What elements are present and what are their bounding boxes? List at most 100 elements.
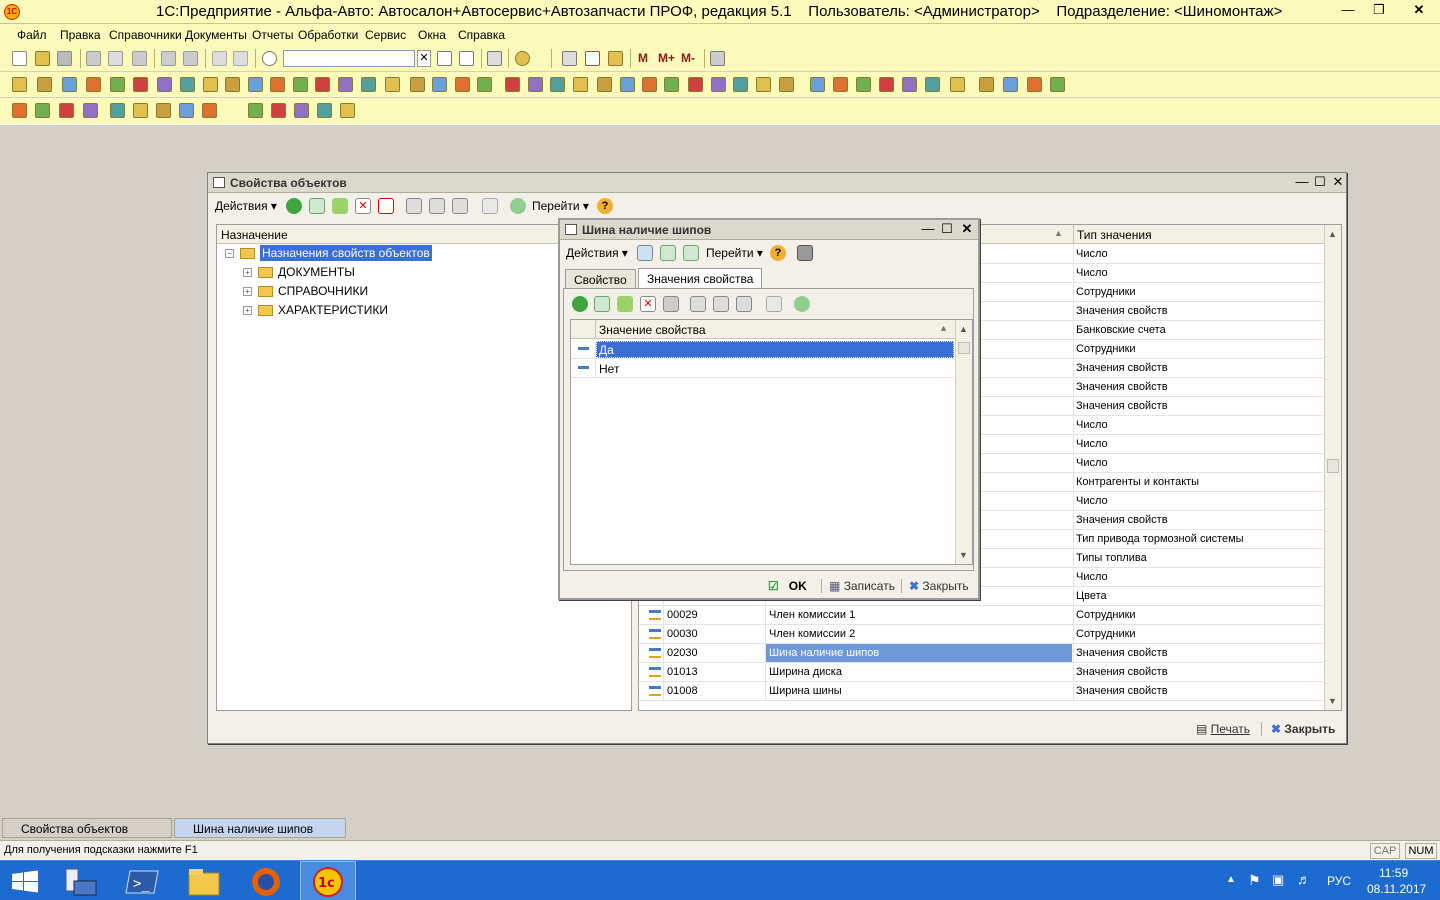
info-icon[interactable] bbox=[515, 51, 530, 66]
search-prev-icon[interactable] bbox=[459, 51, 474, 66]
module-button-icon[interactable] bbox=[248, 77, 263, 92]
print-button[interactable]: ▤ Печать bbox=[1196, 722, 1250, 736]
module-button-icon[interactable] bbox=[733, 77, 748, 92]
menu-reports[interactable]: Отчеты bbox=[252, 28, 293, 42]
module-button-icon[interactable] bbox=[950, 77, 965, 92]
cut-icon[interactable] bbox=[86, 51, 101, 66]
document-button-icon[interactable] bbox=[202, 103, 217, 118]
value-row[interactable]: Да bbox=[571, 340, 954, 359]
module-button-icon[interactable] bbox=[528, 77, 543, 92]
tree-node[interactable]: + ХАРАКТЕРИСТИКИ bbox=[243, 303, 388, 320]
task-window-props[interactable]: Свойства объектов bbox=[2, 818, 172, 838]
menu-service[interactable]: Сервис bbox=[365, 28, 406, 42]
redo-icon[interactable] bbox=[233, 51, 248, 66]
values-scroll-thumb[interactable] bbox=[958, 342, 970, 354]
module-button-icon[interactable] bbox=[756, 77, 771, 92]
module-button-icon[interactable] bbox=[925, 77, 940, 92]
dialog-copy-icon[interactable] bbox=[683, 245, 699, 261]
module-button-icon[interactable] bbox=[455, 77, 470, 92]
value-delete-icon[interactable]: ✕ bbox=[640, 296, 656, 312]
server-manager-icon[interactable] bbox=[56, 865, 106, 899]
menu-processing[interactable]: Обработки bbox=[298, 28, 358, 42]
search-next-icon[interactable] bbox=[437, 51, 452, 66]
module-button-icon[interactable] bbox=[270, 77, 285, 92]
module-button-icon[interactable] bbox=[293, 77, 308, 92]
module-button-icon[interactable] bbox=[1050, 77, 1065, 92]
document-button-icon[interactable] bbox=[83, 103, 98, 118]
value-add-icon[interactable] bbox=[572, 296, 588, 312]
table-row[interactable]: 01008 Ширина шины Значения свойств bbox=[639, 682, 1323, 701]
tab-property[interactable]: Свойство bbox=[565, 269, 636, 289]
module-button-icon[interactable] bbox=[225, 77, 240, 92]
dialog-help-icon[interactable]: ? bbox=[770, 245, 786, 261]
tray-time[interactable]: 11:59 bbox=[1379, 866, 1408, 880]
filter-value-icon[interactable] bbox=[429, 198, 445, 214]
filter-icon[interactable] bbox=[406, 198, 422, 214]
tree-node[interactable]: + СПРАВОЧНИКИ bbox=[243, 284, 368, 301]
module-button-icon[interactable] bbox=[432, 77, 447, 92]
memory-mplus-icon[interactable]: M+ bbox=[658, 51, 675, 65]
search-clear-icon[interactable]: ✕ bbox=[417, 50, 431, 67]
value-filter-clear-icon[interactable] bbox=[766, 296, 782, 312]
module-button-icon[interactable] bbox=[505, 77, 520, 92]
dialog-maximize-button[interactable]: ☐ bbox=[939, 221, 955, 237]
module-button-icon[interactable] bbox=[779, 77, 794, 92]
refresh-icon[interactable] bbox=[510, 198, 526, 214]
expand-icon[interactable]: + bbox=[243, 287, 252, 296]
menu-help[interactable]: Справка bbox=[458, 28, 505, 42]
module-button-icon[interactable] bbox=[620, 77, 635, 92]
network-icon[interactable]: ▣ bbox=[1272, 872, 1284, 888]
module-button-icon[interactable] bbox=[979, 77, 994, 92]
document-button-icon[interactable] bbox=[35, 103, 50, 118]
list-scrollbar[interactable]: ▲ ▼ bbox=[1324, 225, 1341, 710]
module-button-icon[interactable] bbox=[833, 77, 848, 92]
document-button-icon[interactable] bbox=[317, 103, 332, 118]
goto-menu-button[interactable]: Перейти ▾ bbox=[532, 199, 589, 213]
minimize-button[interactable]: — bbox=[1331, 0, 1365, 22]
document-button-icon[interactable] bbox=[133, 103, 148, 118]
windows-icon[interactable] bbox=[487, 51, 502, 66]
calculator-icon[interactable] bbox=[562, 51, 577, 66]
close-button[interactable]: ✕ bbox=[1402, 0, 1436, 22]
tools-icon[interactable] bbox=[710, 51, 725, 66]
module-button-icon[interactable] bbox=[1027, 77, 1042, 92]
window-minimize-button[interactable]: — bbox=[1294, 174, 1310, 189]
dialog-minimize-button[interactable]: — bbox=[920, 221, 936, 236]
app-logo-icon[interactable]: 1С bbox=[4, 4, 20, 20]
add-icon[interactable] bbox=[286, 198, 302, 214]
menu-catalogs[interactable]: Справочники bbox=[109, 28, 182, 42]
tree-node[interactable]: + ДОКУМЕНТЫ bbox=[243, 265, 355, 282]
task-window-dialog[interactable]: Шина наличие шипов bbox=[174, 818, 346, 838]
module-button-icon[interactable] bbox=[597, 77, 612, 92]
actions-menu-button[interactable]: Действия ▾ bbox=[215, 199, 277, 213]
module-button-icon[interactable] bbox=[86, 77, 101, 92]
volume-icon[interactable]: ♬ bbox=[1297, 871, 1311, 887]
copy-item-icon[interactable] bbox=[309, 198, 325, 214]
module-button-icon[interactable] bbox=[902, 77, 917, 92]
module-button-icon[interactable] bbox=[711, 77, 726, 92]
paste-icon[interactable] bbox=[132, 51, 147, 66]
module-button-icon[interactable] bbox=[315, 77, 330, 92]
expand-icon[interactable]: + bbox=[243, 306, 252, 315]
new-icon[interactable] bbox=[12, 51, 27, 66]
help-icon[interactable]: ? bbox=[597, 198, 613, 214]
document-button-icon[interactable] bbox=[248, 103, 263, 118]
menu-file[interactable]: Файл bbox=[17, 28, 47, 42]
dialog-close-text-button[interactable]: ✖ Закрыть bbox=[909, 579, 969, 593]
delete-icon[interactable]: ✕ bbox=[355, 198, 371, 214]
dialog-structure-icon[interactable] bbox=[797, 245, 813, 261]
value-refresh-icon[interactable] bbox=[794, 296, 810, 312]
restore-button[interactable]: ❐ bbox=[1362, 0, 1396, 22]
table-row[interactable]: 01013 Ширина диска Значения свойств bbox=[639, 663, 1323, 682]
value-mark-icon[interactable] bbox=[663, 296, 679, 312]
document-button-icon[interactable] bbox=[271, 103, 286, 118]
dialog-close-button[interactable]: ✕ bbox=[959, 221, 975, 237]
module-button-icon[interactable] bbox=[856, 77, 871, 92]
dialog-refresh-form-icon[interactable] bbox=[660, 245, 676, 261]
values-scrollbar[interactable]: ▲ ▼ bbox=[955, 320, 972, 564]
expand-icon[interactable]: + bbox=[243, 268, 252, 277]
module-button-icon[interactable] bbox=[110, 77, 125, 92]
tray-date[interactable]: 08.11.2017 bbox=[1367, 882, 1426, 896]
filter-list-icon[interactable] bbox=[452, 198, 468, 214]
module-button-icon[interactable] bbox=[1003, 77, 1018, 92]
